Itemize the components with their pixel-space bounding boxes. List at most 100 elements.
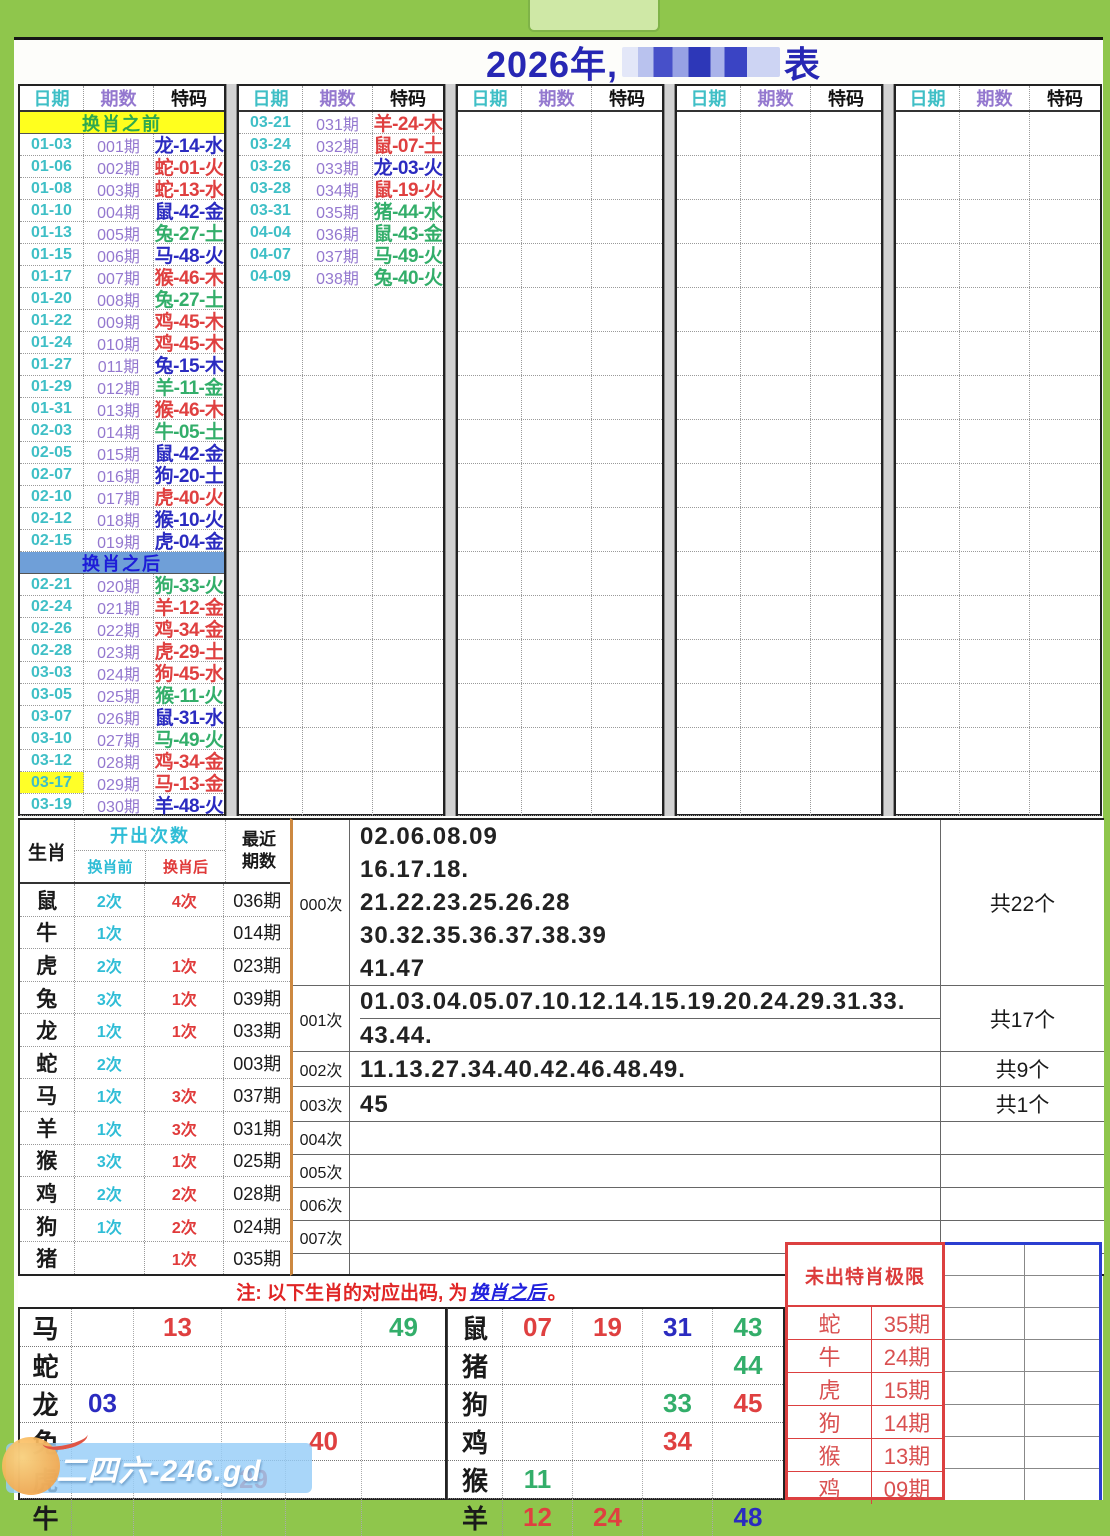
empty-date-cell <box>239 640 303 683</box>
date-cell: 01-17 <box>20 266 84 287</box>
table-row: 02-26 022期 鸡-34-金 <box>20 618 224 640</box>
stats-col-zodiac: 生肖 <box>27 842 66 864</box>
empty-table-row <box>896 200 1100 244</box>
table-row: 02-12 018期 猴-10-火 <box>20 508 224 530</box>
empty-date-cell <box>239 684 303 727</box>
empty-date-cell <box>458 420 522 463</box>
empty-date-cell <box>896 596 960 639</box>
title-suffix: 表 <box>784 44 822 85</box>
date-cell: 03-12 <box>20 750 84 771</box>
empty-table-row <box>896 640 1100 684</box>
period-cell: 009期 <box>84 310 154 331</box>
empty-number-cell <box>713 1423 783 1460</box>
special-code-cell: 鼠-42-金 <box>154 444 224 463</box>
table-row: 02-07 016期 狗-20-土 <box>20 464 224 486</box>
special-code-cell: 兔-15-木 <box>154 356 224 375</box>
frequency-row: 005次 <box>293 1155 1104 1188</box>
table-row: 03-24 032期 鼠-07-土 <box>239 134 443 156</box>
zodiac-number-cell: 33 <box>643 1385 713 1422</box>
empty-period-cell <box>741 244 811 287</box>
empty-date-cell <box>239 464 303 507</box>
empty-special-cell <box>592 200 662 243</box>
empty-special-cell <box>373 684 443 727</box>
empty-table-row <box>239 596 443 640</box>
special-code-cell: 猴-11-火 <box>155 686 223 705</box>
frequency-row: 003次 45 共1个 <box>293 1087 1104 1122</box>
period-cell: 008期 <box>84 288 154 309</box>
empty-period-cell <box>522 684 592 727</box>
empty-period-cell <box>960 508 1030 551</box>
empty-period-cell <box>522 552 592 595</box>
empty-date-cell <box>458 640 522 683</box>
date-cell: 01-06 <box>20 156 84 177</box>
stats-recent-cell: 023期 <box>223 949 290 981</box>
empty-period-cell <box>522 156 592 199</box>
table-header-row: 日期 期数 特码 <box>677 86 881 112</box>
limit-zodiac: 虎 <box>788 1373 872 1405</box>
empty-period-cell <box>741 332 811 375</box>
table-row: 01-24 010期 鸡-45-木 <box>20 332 224 354</box>
empty-period-cell <box>522 420 592 463</box>
limit-row: 虎 15期 <box>788 1373 942 1406</box>
empty-table-row <box>458 332 662 376</box>
empty-period-cell <box>741 156 811 199</box>
empty-date-cell <box>677 772 741 815</box>
period-cell: 023期 <box>84 640 154 661</box>
date-cell: 01-29 <box>20 376 84 397</box>
stats-recent-cell: 025期 <box>223 1144 290 1177</box>
number-frequency-table: 000次 02.06.08.09 16.17.18. 21.22.23.25.26.2… <box>290 818 1104 1276</box>
empty-special-cell <box>373 420 443 463</box>
date-cell: 01-13 <box>20 222 84 243</box>
limit-row: 鸡 09期 <box>788 1472 942 1504</box>
empty-date-cell <box>458 376 522 419</box>
empty-special-cell <box>373 728 443 771</box>
empty-table-row <box>896 420 1100 464</box>
stats-zodiac-cell: 兔 <box>36 987 58 1011</box>
empty-period-cell <box>960 112 1030 155</box>
empty-table-row <box>677 596 881 640</box>
record-group-1: 日期 期数 特码 换肖之前 01-03 001期 龙-14-水 01-06 002期 蛇-01-火… <box>18 84 226 816</box>
period-cell: 020期 <box>84 574 154 595</box>
empty-special-cell <box>373 332 443 375</box>
empty-date-cell <box>239 728 303 771</box>
empty-date-cell <box>458 552 522 595</box>
empty-number-cell <box>362 1385 445 1422</box>
empty-table-row <box>896 596 1100 640</box>
empty-period-cell <box>741 640 811 683</box>
stats-before-cell: 1次 <box>73 1112 144 1144</box>
stats-row: 蛇 2次 003期 <box>20 1046 290 1080</box>
empty-table-row <box>896 552 1100 596</box>
empty-date-cell <box>896 420 960 463</box>
stats-before-cell: 1次 <box>73 1209 144 1242</box>
empty-number-cell <box>286 1499 362 1536</box>
empty-table-row <box>458 728 662 772</box>
empty-table-row <box>458 596 662 640</box>
stats-zodiac-cell: 羊 <box>36 1117 58 1141</box>
empty-special-cell <box>373 288 443 331</box>
date-cell: 03-07 <box>20 706 84 727</box>
empty-date-cell <box>239 332 303 375</box>
empty-period-cell <box>960 464 1030 507</box>
empty-date-cell <box>458 772 522 815</box>
period-cell: 013期 <box>84 398 154 419</box>
empty-table-row <box>896 112 1100 156</box>
stats-row: 牛 1次 014期 <box>20 916 290 950</box>
empty-period-cell <box>522 772 592 815</box>
empty-period-cell <box>741 728 811 771</box>
empty-special-cell <box>373 552 443 595</box>
table-row: 03-28 034期 鼠-19-火 <box>239 178 443 200</box>
special-code-cell: 鸡-45-木 <box>154 312 224 331</box>
date-cell: 02-03 <box>20 420 84 441</box>
date-cell: 02-12 <box>20 508 84 529</box>
table-row: 03-21 031期 羊-24-木 <box>239 112 443 134</box>
empty-date-cell <box>458 244 522 287</box>
stats-row: 虎 2次 1次 023期 <box>20 949 290 982</box>
empty-number-cell <box>72 1499 134 1536</box>
empty-table-row <box>677 772 881 816</box>
special-code-cell: 羊-11-金 <box>155 378 223 397</box>
frequency-count <box>940 1122 1104 1154</box>
record-group-4: 日期 期数 特码 <box>675 84 883 816</box>
stats-after-cell: 1次 <box>144 1014 223 1046</box>
table-header-row: 日期 期数 特码 <box>239 86 443 112</box>
special-code-cell: 羊-48-火 <box>154 796 224 815</box>
